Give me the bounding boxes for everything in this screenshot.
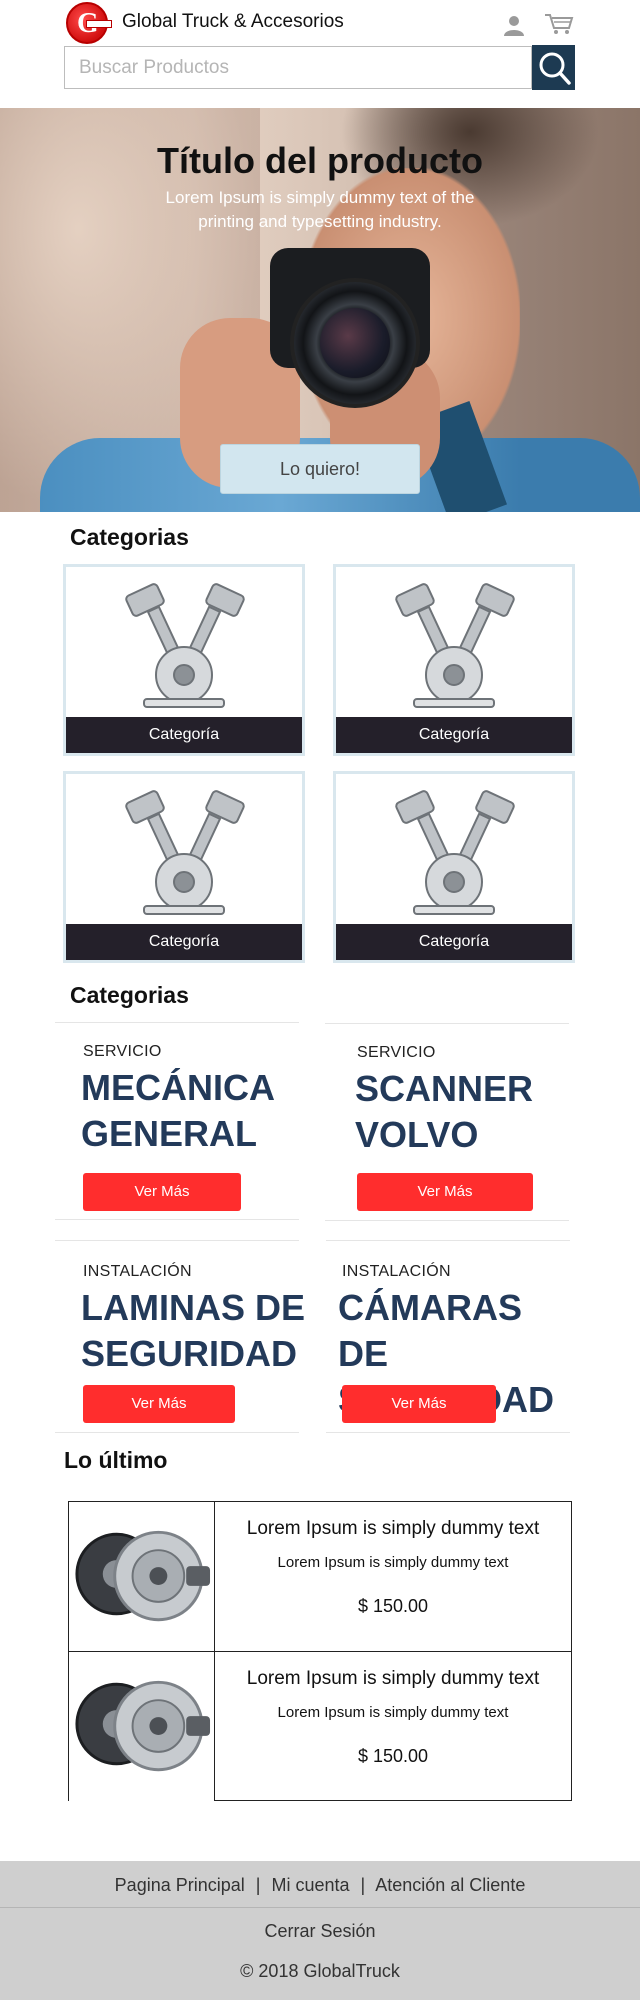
engine-part-icon: [336, 774, 572, 924]
engine-part-icon: [66, 774, 302, 924]
service-title: MECÁNICA GENERAL: [81, 1067, 275, 1154]
service-kicker: SERVICIO: [357, 1044, 436, 1061]
footer-link-support[interactable]: Atención al Cliente: [375, 1875, 525, 1895]
header: G Global Truck & Accesorios: [0, 0, 640, 108]
footer: Pagina Principal | Mi cuenta | Atención …: [0, 1861, 640, 2000]
service-card: SERVICIO SCANNER VOLVO Ver Más: [325, 1023, 569, 1221]
footer-separator: |: [360, 1875, 366, 1895]
search-button[interactable]: [532, 45, 575, 90]
service-kicker: SERVICIO: [83, 1043, 162, 1060]
services-title: Categorias: [70, 982, 189, 1008]
latest-products-list: Lorem Ipsum is simply dummy text Lorem I…: [68, 1501, 572, 1801]
service-card: INSTALACIÓN LAMINAS DE SEGURIDAD Ver Más: [55, 1240, 305, 1433]
service-card: INSTALACIÓN CÁMARAS DE SEGURIDAD Ver Más: [326, 1240, 570, 1433]
search-input[interactable]: [64, 46, 532, 89]
category-label: Categoría: [336, 717, 572, 753]
hero-subtitle: Lorem Ipsum is simply dummy text of the …: [165, 188, 475, 231]
logo-icon[interactable]: G: [66, 2, 112, 44]
ver-mas-button[interactable]: Ver Más: [357, 1173, 533, 1211]
hero-banner: Título del producto Lorem Ipsum is simpl…: [0, 108, 640, 512]
footer-separator: |: [255, 1875, 261, 1895]
service-kicker: INSTALACIÓN: [342, 1263, 451, 1280]
service-card: SERVICIO MECÁNICA GENERAL Ver Más: [55, 1022, 299, 1220]
ver-mas-button[interactable]: Ver Más: [83, 1385, 235, 1423]
copyright-text: © 2018 GlobalTruck: [240, 1961, 400, 1981]
hero-cta-button[interactable]: Lo quiero!: [220, 444, 420, 494]
product-title[interactable]: Lorem Ipsum is simply dummy text: [215, 1668, 571, 1690]
engine-part-icon: [66, 567, 302, 717]
ver-mas-button[interactable]: Ver Más: [83, 1173, 241, 1211]
category-tile[interactable]: Categoría: [333, 564, 575, 756]
clutch-kit-icon: [69, 1652, 215, 1801]
engine-part-icon: [336, 567, 572, 717]
product-price: $ 150.00: [357, 1596, 429, 1616]
category-tile[interactable]: Categoría: [63, 564, 305, 756]
product-price: $ 150.00: [357, 1746, 429, 1766]
ver-mas-button[interactable]: Ver Más: [342, 1385, 496, 1423]
categories-title: Categorias: [70, 524, 189, 550]
search-icon: [539, 52, 571, 85]
user-icon[interactable]: [503, 14, 525, 36]
logout-link[interactable]: Cerrar Sesión: [0, 1921, 640, 1942]
product-row[interactable]: Lorem Ipsum is simply dummy text Lorem I…: [69, 1651, 571, 1801]
service-title: LAMINAS DE SEGURIDAD: [81, 1287, 305, 1374]
product-description: Lorem Ipsum is simply dummy text: [277, 1554, 509, 1571]
category-tile[interactable]: Categoría: [63, 771, 305, 963]
service-kicker: INSTALACIÓN: [83, 1263, 192, 1280]
latest-title: Lo último: [64, 1447, 168, 1473]
product-description: Lorem Ipsum is simply dummy text: [277, 1704, 509, 1721]
category-label: Categoría: [66, 924, 302, 960]
category-tile[interactable]: Categoría: [333, 771, 575, 963]
footer-divider: [0, 1907, 640, 1908]
category-label: Categoría: [336, 924, 572, 960]
category-label: Categoría: [66, 717, 302, 753]
footer-link-account[interactable]: Mi cuenta: [271, 1875, 349, 1895]
footer-link-home[interactable]: Pagina Principal: [115, 1875, 245, 1895]
clutch-kit-icon: [69, 1502, 215, 1651]
brand-name[interactable]: Global Truck & Accesorios: [122, 11, 344, 33]
service-title: SCANNER VOLVO: [355, 1068, 534, 1155]
hero-title: Título del producto: [157, 140, 483, 181]
product-row[interactable]: Lorem Ipsum is simply dummy text Lorem I…: [69, 1502, 571, 1651]
cart-icon[interactable]: [544, 12, 574, 36]
footer-links: Pagina Principal | Mi cuenta | Atención …: [0, 1875, 640, 1896]
product-title[interactable]: Lorem Ipsum is simply dummy text: [215, 1518, 571, 1540]
